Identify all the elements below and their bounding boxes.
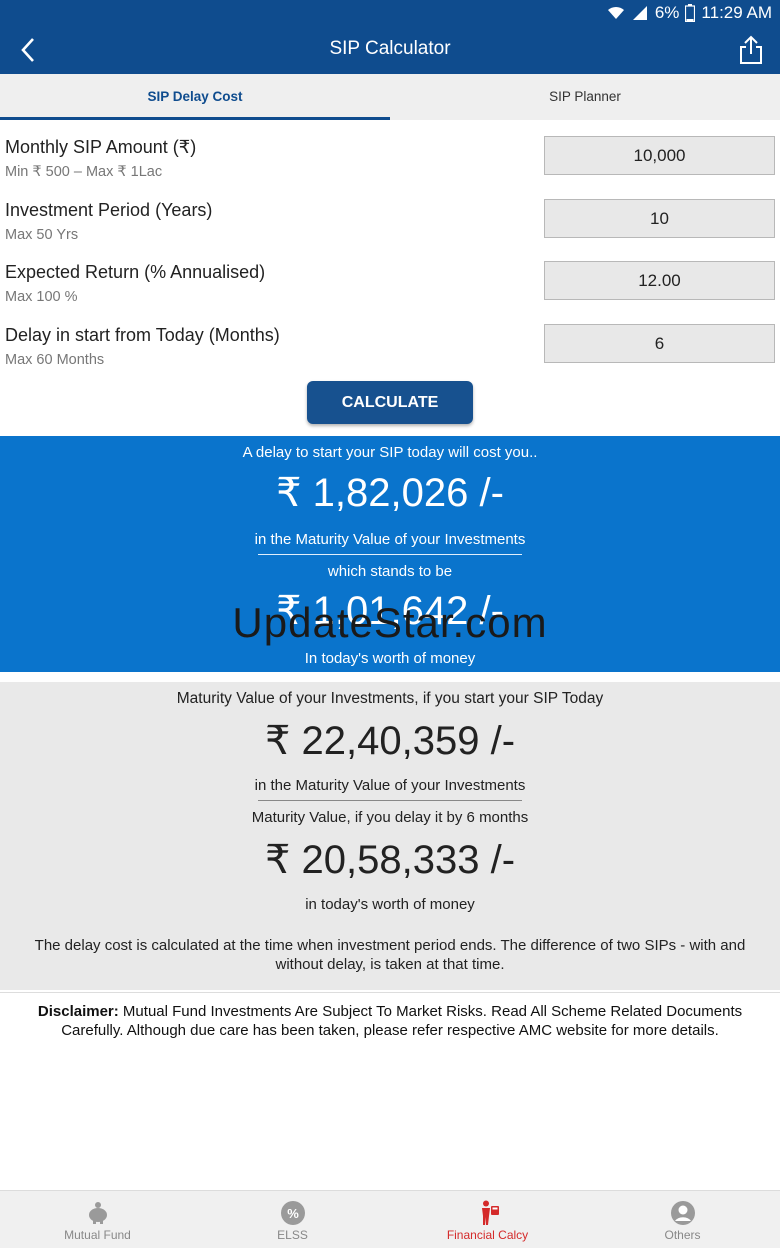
stands-to-be-text: which stands to be [327,563,453,580]
monthly-sip-hint: Min ₹ 500 – Max ₹ 1Lac [5,164,163,180]
app-bar: SIP Calculator [0,26,780,74]
nav-financial-calcy[interactable]: Financial Calcy [390,1191,585,1248]
nav-elss[interactable]: % ELSS [195,1191,390,1248]
calculate-button[interactable]: CALCULATE [307,381,473,424]
expected-return-row: Expected Return (% Annualised) Max 100 %… [0,255,780,315]
maturity-today-heading: Maturity Value of your Investments, if y… [176,690,604,707]
person-calculator-icon [481,1200,499,1225]
svg-text:%: % [287,1206,299,1221]
delay-months-hint: Max 60 Months [5,352,105,368]
disclaimer: Disclaimer: Mutual Fund Investments Are … [20,1002,760,1040]
delay-months-input[interactable]: 6 [544,324,775,363]
delay-cost-intro: A delay to start your SIP today will cos… [242,444,538,461]
signal-icon [632,6,647,20]
delay-months-label: Delay in start from Today (Months) [5,325,280,345]
delay-cost-panel: A delay to start your SIP today will cos… [0,436,780,672]
investment-period-input[interactable]: 10 [544,199,775,238]
page-title: SIP Calculator [329,38,451,59]
delay-cost-amount: ₹ 1,82,026 /- [276,471,504,515]
expected-return-hint: Max 100 % [5,289,78,305]
nav-others[interactable]: Others [585,1191,780,1248]
delay-cost-caption: in the Maturity Value of your Investment… [254,531,526,548]
maturity-delay-amount: ₹ 20,58,333 /- [264,838,516,882]
monthly-sip-label: Monthly SIP Amount (₹) [5,137,197,157]
piggy-bank-icon [88,1202,107,1224]
status-bar: 6% 11:29 AM [0,0,780,26]
nav-label: ELSS [277,1228,308,1242]
delay-cost-note: The delay cost is calculated at the time… [34,937,746,973]
maturity-panel: Maturity Value of your Investments, if y… [0,682,780,990]
user-circle-icon [670,1201,695,1225]
disclaimer-title: Disclaimer: [37,1003,119,1020]
percent-badge-icon: % [280,1201,305,1225]
divider [258,800,522,801]
clock: 11:29 AM [701,3,772,22]
disclaimer-text: Mutual Fund Investments Are Subject To M… [61,1003,743,1039]
battery-percent: 6% [654,3,680,22]
investment-period-hint: Max 50 Yrs [5,227,79,243]
bottom-nav: Mutual Fund % ELSS Financial Calcy Other… [0,1190,780,1248]
maturity-delay-caption: in today's worth of money [305,896,475,913]
battery-icon [685,4,696,22]
expected-return-input[interactable]: 12.00 [544,261,775,300]
investment-period-label: Investment Period (Years) [5,200,213,220]
maturity-today-caption: in the Maturity Value of your Investment… [254,777,526,794]
divider [258,554,522,555]
present-value-caption: In today's worth of money [304,650,476,667]
maturity-delay-heading: Maturity Value, if you delay it by 6 mon… [251,809,529,826]
divider [0,992,780,993]
nav-label: Others [664,1228,701,1242]
watermark: UpdateStar.com [232,599,548,646]
wifi-icon [607,6,624,19]
tab-sip-delay-cost[interactable]: SIP Delay Cost [0,74,390,120]
share-icon[interactable] [738,34,764,66]
monthly-sip-row: Monthly SIP Amount (₹) Min ₹ 500 – Max ₹… [0,130,780,190]
nav-label: Mutual Fund [64,1228,131,1242]
nav-mutual-fund[interactable]: Mutual Fund [0,1191,195,1248]
expected-return-label: Expected Return (% Annualised) [5,262,266,282]
nav-label: Financial Calcy [446,1228,529,1242]
monthly-sip-input[interactable]: 10,000 [544,136,775,175]
tab-sip-planner[interactable]: SIP Planner [390,74,780,120]
delay-months-row: Delay in start from Today (Months) Max 6… [0,318,780,378]
investment-period-row: Investment Period (Years) Max 50 Yrs 10 [0,193,780,253]
tab-bar: SIP Delay Cost SIP Planner [0,74,780,120]
maturity-today-amount: ₹ 22,40,359 /- [264,719,516,763]
